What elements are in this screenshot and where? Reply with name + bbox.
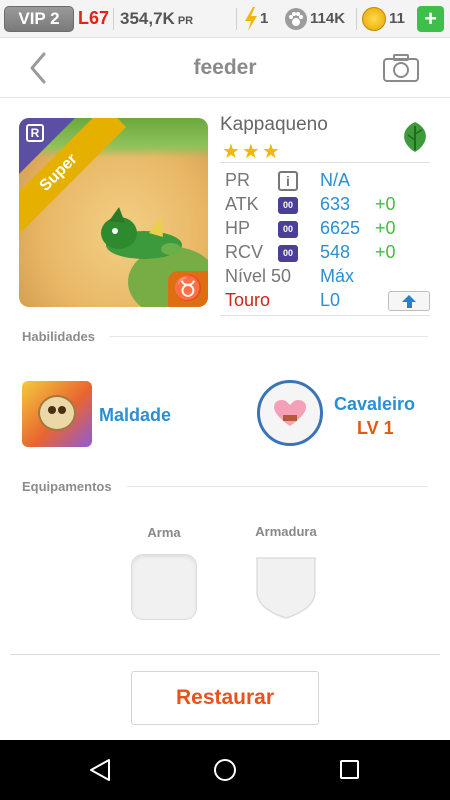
armor-label: Armadura <box>255 524 317 539</box>
header: feeder <box>0 38 450 98</box>
system-nav-bar <box>0 740 450 800</box>
stat-value: L0 <box>320 290 341 310</box>
stat-value: 6625 <box>320 218 361 238</box>
lightning-icon <box>245 7 257 31</box>
weapon-label: Arma <box>147 525 181 540</box>
stat-value: Máx <box>320 266 355 286</box>
star-rating: ★★★ <box>222 141 282 163</box>
stat-bonus: +0 <box>375 194 396 214</box>
leader-skill-name[interactable]: Cavaleiro <box>334 394 415 415</box>
restore-button[interactable]: Restaurar <box>131 671 319 725</box>
divider <box>113 8 114 30</box>
stat-value: 548 <box>320 242 351 262</box>
heart-icon <box>274 400 306 426</box>
armor-slot[interactable] <box>253 554 319 620</box>
leaf-icon <box>404 122 426 152</box>
stat-label: RCV <box>225 242 264 262</box>
skill-icon[interactable] <box>22 381 92 447</box>
stat-row-rcv: RCV 00 548 +0 <box>225 242 435 266</box>
stat-label: PR <box>225 170 251 190</box>
stat-row-hp: HP 00 6625 +0 <box>225 218 435 242</box>
stat-value: N/A <box>320 170 351 190</box>
stat-icon: 00 <box>278 197 298 214</box>
monster-name: Kappaqueno <box>220 114 328 135</box>
stat-value: 633 <box>320 194 351 214</box>
arrow-up-icon <box>407 301 412 308</box>
monster-portrait[interactable]: Super R ♉ <box>19 118 208 307</box>
divider <box>126 486 428 487</box>
energy-value: 1 <box>260 10 269 27</box>
divider <box>10 654 440 655</box>
stat-label: Nível 50 <box>225 266 292 286</box>
camera-icon[interactable] <box>382 52 420 84</box>
power-total: 354,7K PR <box>120 9 193 29</box>
section-title-abilities: Habilidades <box>22 329 95 344</box>
stat-label: ATK <box>225 194 259 214</box>
vip-badge[interactable]: VIP 2 <box>4 6 74 32</box>
zodiac-badge: ♉ <box>168 271 208 307</box>
stat-bonus: +0 <box>375 242 396 262</box>
upgrade-button[interactable] <box>388 291 430 311</box>
weapon-slot[interactable] <box>131 554 197 620</box>
paw-icon <box>285 8 307 30</box>
nav-back-icon[interactable] <box>89 758 111 782</box>
stat-label: HP <box>225 218 251 238</box>
skull-eye <box>48 406 56 414</box>
leader-skill-level: LV 1 <box>357 418 394 438</box>
stat-bonus: +0 <box>375 218 396 238</box>
divider <box>220 315 430 316</box>
player-level: L67 <box>78 8 110 28</box>
divider <box>356 8 357 30</box>
section-title-equipment: Equipamentos <box>22 479 112 494</box>
stat-row-pr: PR i N/A <box>225 170 435 194</box>
info-icon[interactable]: i <box>278 171 298 191</box>
add-coins-button[interactable]: + <box>417 6 444 32</box>
skill-name[interactable]: Maldade <box>99 405 171 426</box>
divider <box>236 8 237 30</box>
power-unit: PR <box>177 15 194 27</box>
status-bar: VIP 2 L67 354,7K PR 1 114K 11 + <box>0 0 450 38</box>
nav-recents-icon[interactable] <box>340 760 359 779</box>
coin-icon <box>362 7 386 31</box>
stat-label: Touro <box>225 290 271 310</box>
stat-row-atk: ATK 00 633 +0 <box>225 194 435 218</box>
skull-eye <box>58 406 66 414</box>
power-value: 354,7K <box>120 9 175 28</box>
divider <box>110 336 428 337</box>
stat-icon: 00 <box>278 221 298 238</box>
skull-icon <box>38 395 76 431</box>
monster-sprite <box>101 207 182 259</box>
food-value: 114K <box>310 10 346 27</box>
stat-row-level: Nível 50 Máx <box>225 266 435 290</box>
stat-icon: 00 <box>278 245 298 262</box>
coin-value: 11 <box>389 10 405 27</box>
rarity-badge: R <box>26 124 44 142</box>
divider <box>220 162 430 163</box>
nav-home-icon[interactable] <box>214 759 236 781</box>
leader-skill-icon[interactable] <box>257 380 323 446</box>
